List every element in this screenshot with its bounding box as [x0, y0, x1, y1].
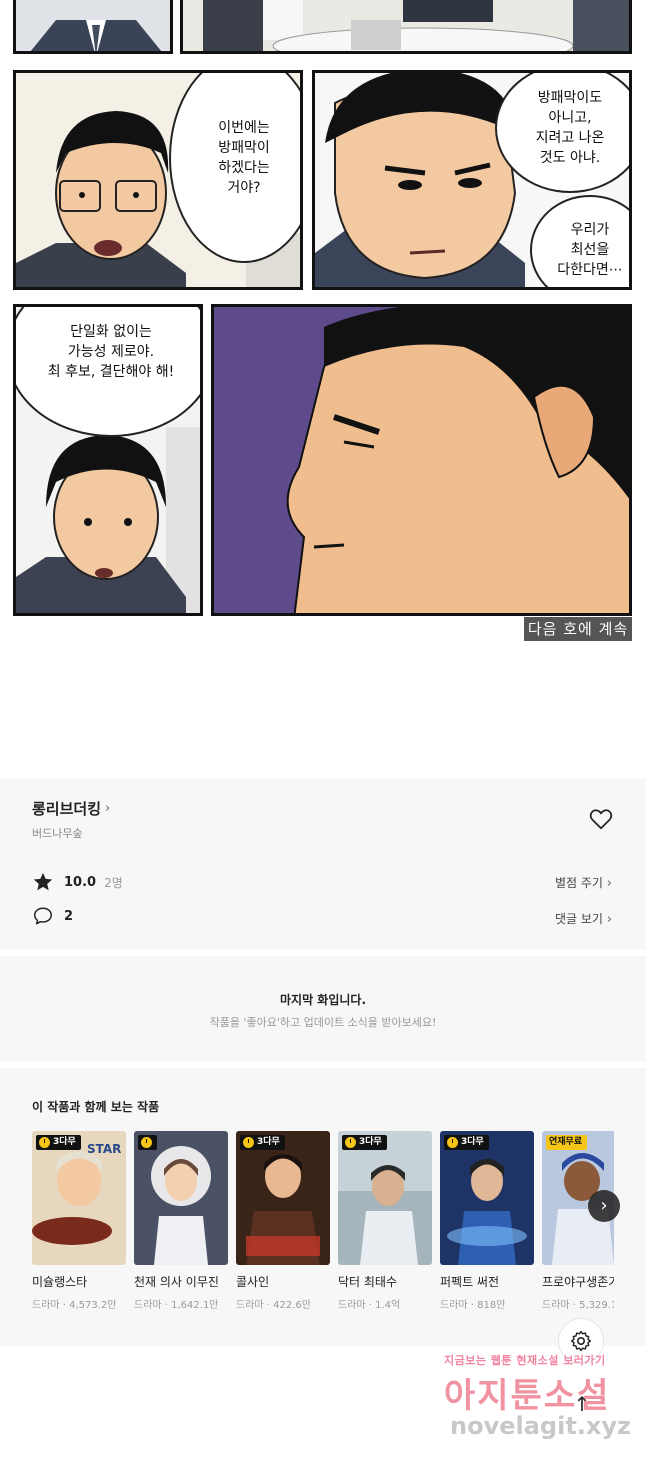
rate-button-label: 별점 주기	[554, 876, 603, 890]
free-badge: 3다무	[240, 1135, 285, 1150]
free-badge: 3다무	[342, 1135, 387, 1150]
card-meta: 드라마 · 4,573.2만	[32, 1300, 117, 1311]
card-thumbnail: STAR 3다무	[32, 1131, 126, 1265]
card-title: 콜사인	[236, 1275, 270, 1289]
watermark-logo: 아지툰소설	[444, 1376, 611, 1416]
rating-value: 10.0	[64, 874, 97, 890]
free-badge	[138, 1135, 157, 1150]
carousel-next-button[interactable]: ›	[588, 1190, 620, 1222]
series-title: 롱리브더킹	[32, 800, 102, 818]
card-thumbnail	[134, 1131, 228, 1265]
recommendation-card[interactable]: STAR 3다무 미슐랭스타 드라마 · 4,573.2만	[32, 1131, 126, 1311]
free-badge: 3다무	[36, 1135, 81, 1150]
view-comments-button[interactable]: 댓글 보기 ›	[555, 910, 612, 927]
last-episode-title: 마지막 화입니다.	[279, 993, 367, 1007]
card-title: 닥터 최태수	[338, 1275, 398, 1289]
comic-panel-5	[211, 304, 632, 616]
card-title: 프로야구생존기	[542, 1275, 614, 1289]
card-meta: 드라마 · 5,329.1	[542, 1300, 614, 1311]
comic-panel-top-right	[180, 0, 632, 54]
card-thumbnail: 3다무	[236, 1131, 330, 1265]
last-episode-subtitle: 작품을 '좋아요'하고 업데이트 소식을 받아보세요!	[209, 1016, 437, 1029]
chevron-right-icon: ›	[105, 801, 111, 816]
chevron-right-icon: ›	[600, 1195, 608, 1216]
clock-icon	[243, 1137, 254, 1148]
clock-icon	[39, 1137, 50, 1148]
thumbnail-art	[134, 1131, 228, 1265]
rate-button[interactable]: 별점 주기 ›	[555, 874, 612, 891]
recommendation-card[interactable]: 3다무 퍼펙트 써전 드라마 · 818만	[440, 1131, 534, 1311]
card-meta: 드라마 · 422.6만	[236, 1300, 311, 1311]
card-meta: 드라마 · 818만	[440, 1300, 506, 1311]
last-episode-panel: 마지막 화입니다. 작품을 '좋아요'하고 업데이트 소식을 받아보세요!	[0, 956, 646, 1062]
recommendation-section: 이 작품과 함께 보는 작품 STAR 3다무 미슐랭스타 드라마 · 4,57…	[0, 1068, 646, 1346]
rating-count: 2명	[104, 875, 123, 890]
rating-row: 10.0 2명	[32, 871, 123, 893]
free-badge: 3다무	[444, 1135, 489, 1150]
comment-row: 2	[32, 905, 73, 927]
panel-art	[214, 307, 629, 613]
clock-icon	[447, 1137, 458, 1148]
comic-panel-top-left	[13, 0, 173, 54]
card-meta: 드라마 · 1.4억	[338, 1300, 401, 1311]
comic-strip: 이번에는 방패막이 하겠다는 거야? 방패막이도 아니고, 지려고 나온 것도 …	[0, 0, 646, 660]
comment-icon	[34, 907, 52, 925]
panel-art	[183, 0, 629, 51]
card-title: 천재 의사 이무진	[134, 1275, 219, 1289]
card-title: 미슐랭스타	[32, 1275, 88, 1289]
view-comments-label: 댓글 보기	[554, 912, 603, 926]
recommendation-card[interactable]: 3다무 닥터 최태수 드라마 · 1.4억	[338, 1131, 432, 1311]
recommendation-heading: 이 작품과 함께 보는 작품	[32, 1100, 160, 1114]
thumbnail-art: STAR	[32, 1131, 126, 1265]
chevron-right-icon: ›	[606, 876, 612, 891]
svg-text:STAR: STAR	[87, 1142, 121, 1156]
card-thumbnail: 3다무	[338, 1131, 432, 1265]
free-serial-badge: 연재무료	[546, 1135, 588, 1150]
recommendation-card[interactable]: 천재 의사 이무진 드라마 · 1,642.1만	[134, 1131, 228, 1311]
thumbnail-art	[338, 1131, 432, 1265]
series-info-panel: 롱리브더킹 › 버드나무숲 10.0 2명 별점 주기 › 2 댓글 보기 ›	[0, 778, 646, 950]
to-be-continued-label: 다음 호에 계속	[524, 617, 632, 641]
card-meta: 드라마 · 1,642.1만	[134, 1300, 219, 1311]
clock-icon	[141, 1137, 152, 1148]
card-thumbnail: 3다무	[440, 1131, 534, 1265]
panel-art	[16, 0, 170, 51]
comic-panel-4: 단일화 없이는 가능성 제로야. 최 후보, 결단해야 해!	[13, 304, 203, 616]
series-title-link[interactable]: 롱리브더킹 ›	[32, 798, 110, 819]
heart-icon[interactable]	[588, 806, 614, 832]
watermark-tagline: 지금보는 웹툰 현재소설 보러가기	[444, 1354, 606, 1367]
recommendation-card[interactable]: 3다무 콜사인 드라마 · 422.6만	[236, 1131, 330, 1311]
star-icon	[33, 872, 53, 891]
recommendation-carousel: STAR 3다무 미슐랭스타 드라마 · 4,573.2만 천재 의사 이무진 …	[32, 1131, 614, 1331]
card-title: 퍼펙트 써전	[440, 1275, 500, 1289]
comic-panel-2: 이번에는 방패막이 하겠다는 거야?	[13, 70, 303, 290]
comment-count: 2	[64, 908, 74, 924]
gear-icon	[571, 1330, 591, 1352]
comic-panel-3: 방패막이도 아니고, 지려고 나온 것도 아냐. 우리가 최선을 다한다면⋯	[312, 70, 632, 290]
thumbnail-art	[236, 1131, 330, 1265]
watermark-url: novelagit.xyz	[450, 1412, 632, 1440]
series-author: 버드나무숲	[32, 827, 83, 840]
clock-icon	[345, 1137, 356, 1148]
thumbnail-art	[440, 1131, 534, 1265]
chevron-right-icon: ›	[606, 912, 612, 927]
